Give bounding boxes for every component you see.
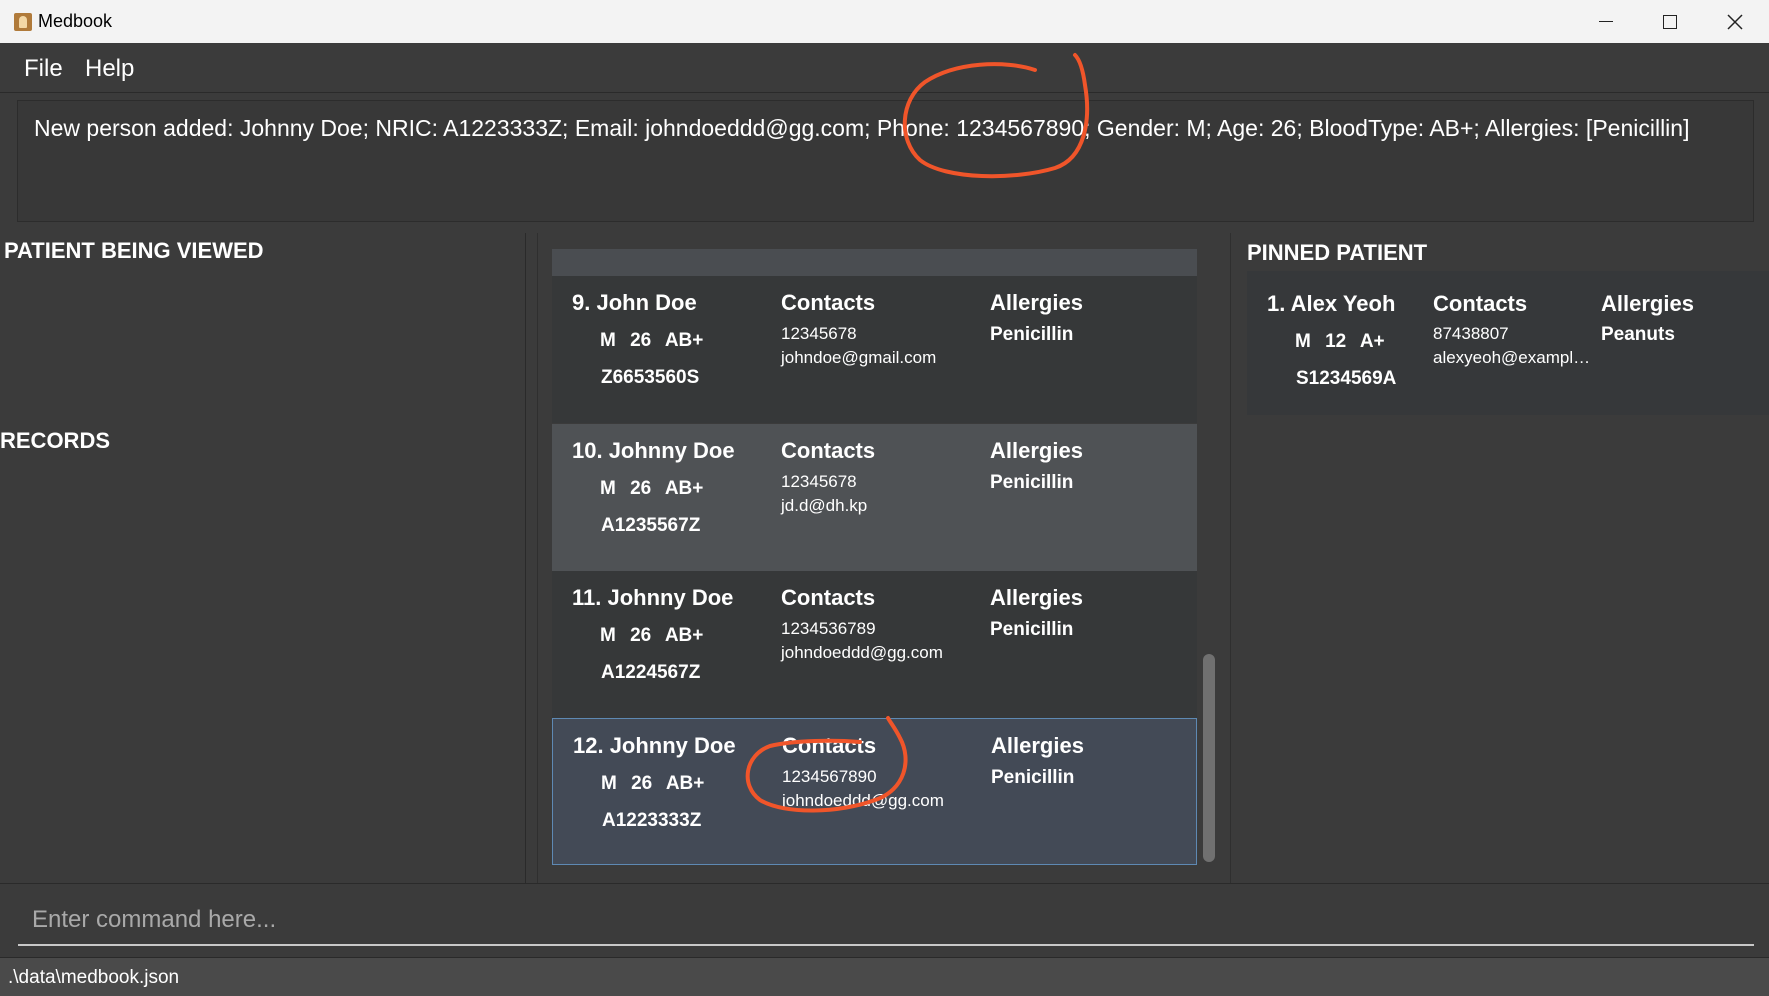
allergies-heading: Allergies	[991, 733, 1084, 758]
patient-allergy: Peanuts	[1601, 324, 1675, 345]
data-file-path: .\data\medbook.json	[8, 967, 180, 988]
patient-tags: M 26 AB+	[600, 478, 704, 499]
result-display[interactable]: New person added: Johnny Doe; NRIC: A122…	[17, 100, 1754, 222]
menu-help[interactable]: Help	[85, 55, 134, 83]
patient-card[interactable]: 10. Johnny Doe M 26 AB+ A1235567Z Contac…	[552, 424, 1197, 571]
patient-nric: A1223333Z	[602, 810, 702, 831]
app-icon	[14, 13, 32, 31]
patient-name: 1. Alex Yeoh	[1267, 291, 1396, 316]
patient-allergy: Penicillin	[991, 767, 1075, 788]
patient-nric: A1235567Z	[601, 515, 701, 536]
patient-phone: 1234536789	[781, 619, 876, 638]
patient-email: johndoeddd@gg.com	[781, 643, 943, 662]
contacts-heading: Contacts	[782, 733, 877, 758]
records-heading: RECORDS	[0, 428, 111, 453]
contacts-heading: Contacts	[781, 290, 876, 315]
allergies-heading: Allergies	[1601, 291, 1694, 316]
patient-allergy: Penicillin	[990, 619, 1074, 640]
contacts-heading: Contacts	[781, 585, 876, 610]
allergies-heading: Allergies	[990, 290, 1083, 315]
menu-file[interactable]: File	[24, 55, 63, 83]
patient-allergy: Penicillin	[990, 324, 1074, 345]
patient-nric: S1234569A	[1296, 368, 1397, 389]
allergies-heading: Allergies	[990, 438, 1083, 463]
minimize-button[interactable]	[1574, 0, 1638, 43]
minimize-icon	[1599, 20, 1613, 23]
list-scrollbar-thumb[interactable]	[1203, 654, 1215, 862]
patient-email: alexyeoh@example.com	[1433, 348, 1593, 367]
title-bar: Medbook	[0, 0, 1769, 43]
menu-bar: File Help	[0, 43, 1769, 93]
patient-nric: Z6653560S	[601, 367, 700, 388]
allergies-heading: Allergies	[990, 585, 1083, 610]
patient-being-viewed-heading: PATIENT BEING VIEWED	[4, 238, 264, 263]
patient-card-selected[interactable]: 12. Johnny Doe M 26 AB+ A1223333Z Contac…	[552, 718, 1197, 865]
maximize-icon	[1663, 14, 1677, 29]
left-panel	[0, 233, 526, 883]
patient-name: 9. John Doe	[572, 290, 697, 315]
patient-name: 12. Johnny Doe	[573, 733, 736, 758]
window-title: Medbook	[38, 11, 113, 31]
patient-name: 11. Johnny Doe	[572, 585, 734, 610]
patient-name: 10. Johnny Doe	[572, 438, 735, 463]
status-bar: .\data\medbook.json	[0, 957, 1769, 996]
list-item-partial[interactable]	[552, 249, 1197, 276]
patient-phone: 12345678	[781, 472, 857, 491]
contacts-heading: Contacts	[781, 438, 876, 463]
patient-phone: 12345678	[781, 324, 857, 343]
patient-tags: M 12 A+	[1295, 331, 1385, 352]
close-button[interactable]	[1703, 0, 1767, 43]
patient-phone: 87438807	[1433, 324, 1509, 343]
patient-nric: A1224567Z	[601, 662, 701, 683]
patient-tags: M 26 AB+	[600, 330, 704, 351]
pinned-patient-card[interactable]: 1. Alex Yeoh M 12 A+ S1234569A Contacts …	[1247, 271, 1769, 415]
patient-tags: M 26 AB+	[600, 625, 704, 646]
patient-phone: 1234567890	[782, 767, 877, 786]
patient-email: johndoeddd@gg.com	[782, 791, 944, 810]
result-message: New person added: Johnny Doe; NRIC: A122…	[34, 115, 1690, 141]
maximize-button[interactable]	[1638, 0, 1702, 43]
pinned-patient-heading: PINNED PATIENT	[1247, 240, 1428, 265]
patient-tags: M 26 AB+	[601, 773, 705, 794]
patient-allergy: Penicillin	[990, 472, 1074, 493]
patient-card[interactable]: 11. Johnny Doe M 26 AB+ A1224567Z Contac…	[552, 571, 1197, 718]
patient-email: johndoe@gmail.com	[781, 348, 937, 367]
contacts-heading: Contacts	[1433, 291, 1528, 316]
patient-card[interactable]: 9. John Doe M 26 AB+ Z6653560S Contacts …	[552, 276, 1197, 423]
command-input[interactable]	[18, 896, 1754, 946]
patient-email: jd.d@dh.kp	[781, 496, 868, 515]
close-icon	[1727, 13, 1743, 30]
